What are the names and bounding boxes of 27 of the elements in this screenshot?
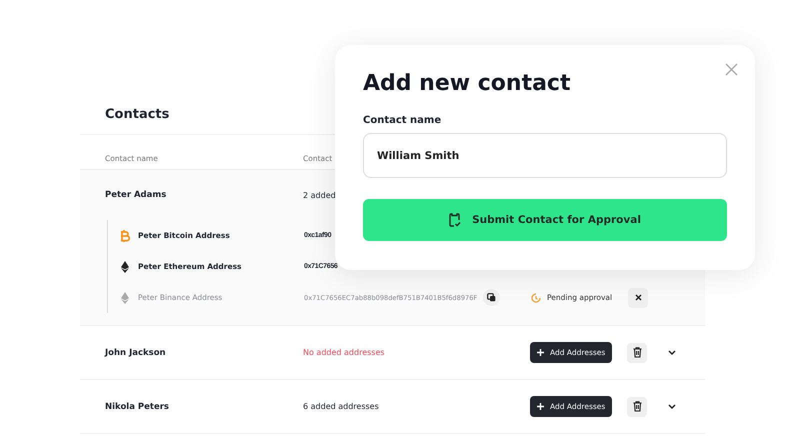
submit-button[interactable]: Submit Contact for Approval	[363, 199, 727, 241]
clipboard-check-icon	[449, 213, 462, 227]
ethereum-icon	[121, 292, 129, 304]
remove-button[interactable]	[628, 288, 648, 308]
bitcoin-icon	[120, 230, 130, 242]
delete-button[interactable]	[627, 396, 647, 416]
address-count: No added addresses	[303, 348, 385, 357]
address-count: 2 added	[303, 190, 336, 200]
close-icon	[634, 294, 642, 301]
chevron-down-icon[interactable]	[668, 350, 676, 355]
contact-name: Nikola Peters	[105, 402, 170, 412]
delete-button[interactable]	[627, 342, 647, 362]
copy-icon	[487, 293, 496, 302]
chevron-down-icon[interactable]	[668, 404, 676, 409]
ethereum-icon	[121, 260, 129, 272]
plus-icon	[537, 349, 544, 356]
contact-name: Peter Adams	[105, 190, 168, 200]
trash-icon	[632, 401, 642, 412]
trash-icon	[632, 347, 642, 358]
address-count: 6 added addresses	[303, 402, 379, 411]
dialog-title: Add new contact	[363, 71, 572, 96]
contact-name: John Jackson	[105, 348, 167, 358]
copy-button[interactable]	[483, 289, 500, 306]
field-label: Contact name	[363, 115, 442, 126]
clock-icon	[531, 292, 541, 302]
name-field[interactable]: William Smith	[363, 133, 727, 178]
plus-icon	[537, 403, 544, 410]
